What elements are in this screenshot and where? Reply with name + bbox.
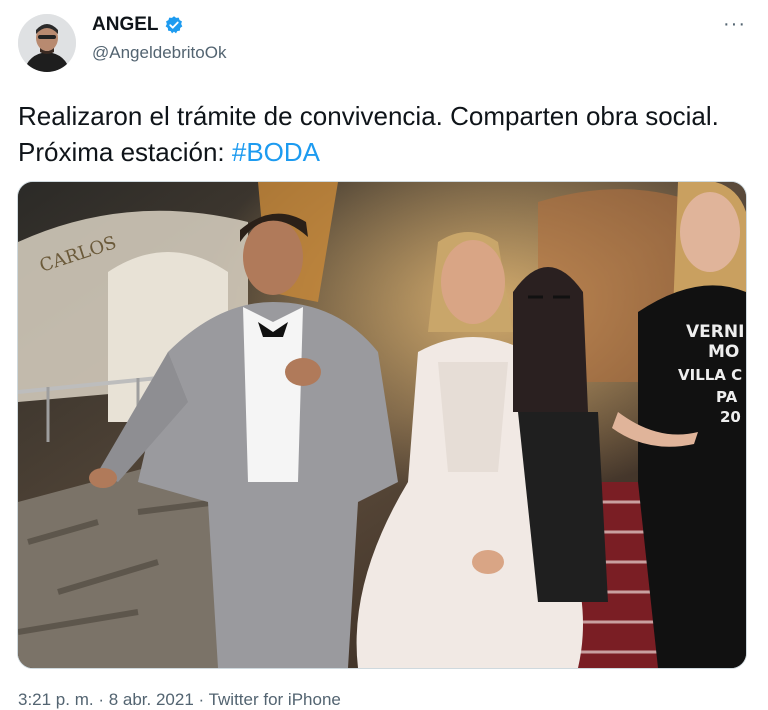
display-name[interactable]: ANGEL [92,14,159,36]
user-info: ANGEL @AngeldebritoOk [92,14,226,63]
tweet-text: Realizaron el trámite de convivencia. Co… [18,98,748,170]
verified-badge-icon [164,15,184,35]
shirt-text-2: MO [708,342,739,362]
shirt-text-5: 20 [720,408,741,426]
avatar-image [18,14,76,72]
user-handle[interactable]: @AngeldebritoOk [92,43,226,63]
wedding-photo: CARLOS VERNI MO VILLA C PA 20 [18,182,746,668]
tweet-card: ANGEL @AngeldebritoOk ··· Realizaron el … [0,0,768,709]
tweet-timestamp[interactable]: 3:21 p. m. · 8 abr. 2021 · Twitter for i… [18,690,341,710]
more-options-icon[interactable]: ··· [723,14,746,34]
tweet-text-body: Realizaron el trámite de convivencia. Co… [18,101,719,167]
avatar[interactable] [18,14,76,72]
shirt-text-4: PA [716,388,738,406]
tweet-photo[interactable]: CARLOS VERNI MO VILLA C PA 20 [17,181,747,669]
hashtag-link[interactable]: #BODA [232,137,320,167]
shirt-text-1: VERNI [686,322,744,342]
shirt-text-3: VILLA C [678,366,742,384]
